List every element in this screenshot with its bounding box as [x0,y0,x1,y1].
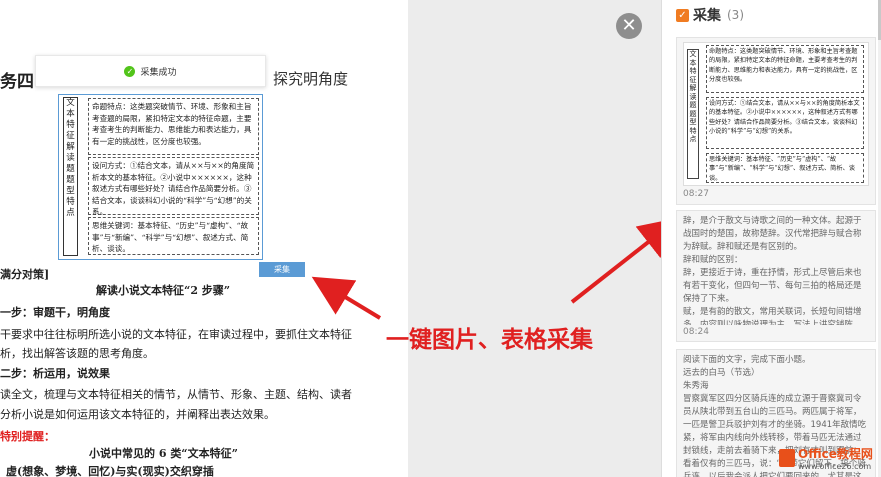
panel-header: ✓ 采集 (3) [662,0,881,30]
heading-fragment: 务四 [0,72,34,92]
watermark: Office教程网 www.office26.com [779,445,873,471]
close-icon[interactable]: ✕ [616,13,642,39]
watermark-url: www.office26.com [798,462,872,471]
office-logo-icon [779,449,795,467]
toast-notification: ✓ 采集成功 [35,55,266,87]
card-text: 辞，是介于散文与诗歌之间的一种文体。起源于战国时的楚国，故称楚辞。汉代常把辞与赋… [683,216,862,325]
diagram-box-keywords: 思维关键词：基本特征、“历史”与“虚构”、“故事”与“新编”、“科学”与“幻想”… [88,217,259,255]
toast-message: 采集成功 [140,67,177,78]
card-time: 08:24 [683,327,709,337]
thumbnail-box-feature: 命题特点：这类题突破情节、环境、形象和主旨考查题的局限，紧扣特定文本的特征命题，… [706,45,864,93]
section-label: 满分对策] [0,268,50,281]
collected-card-text[interactable]: 辞，是介于散文与诗歌之间的一种文体。起源于战国时的楚国，故称楚辞。汉代常把辞与赋… [676,210,876,342]
title-six-features: 小说中常见的 6 类“文本特征” [89,447,238,460]
collection-panel: ✓ 采集 (3) 文本特征解读题题型特点 命题特点：这类题突破情节、环境、形象和… [661,0,881,477]
annotation-text: 一键图片、表格采集 [386,327,593,353]
paragraph-two-cont: 分析小说是如何运用该文本特征的，并阐释出表达效果。 [0,408,275,421]
diagram-box-feature: 命题特点：这类题突破情节、环境、形象和主旨考查题的局限，紧扣特定文本的特征命题，… [88,98,259,155]
thumbnail-vertical-label: 文本特征解读题题型特点 [687,49,699,179]
paragraph-one: 干要求中往往标明所选小说的文本特征，在审读过程中，要抓住文本特征 [0,328,352,341]
special-note: 特别提醒： [0,430,55,443]
diagram-box-question-style: 设问方式：①结合文本，请从××与××的角度简析本文的基本特征。②小说中×××××… [88,157,259,216]
paragraph-one-cont: 析，找出解答该题的思考角度。 [0,347,154,360]
card-image-thumbnail: 文本特征解读题题型特点 命题特点：这类题突破情节、环境、形象和主旨考查题的局限，… [683,42,869,186]
thumbnail-box-keywords: 思维关键词：基本特征、“历史”与“虚构”、“故事”与“新编”、“科学”与“幻想”… [706,153,864,183]
card-time: 08:27 [683,189,709,199]
overlay-background [408,0,661,477]
check-box-icon: ✓ [676,8,689,22]
document-page: 务四 探究明角度 ✓ 采集成功 文本特征解读题题型特点 命题特点：这类题突破情节… [0,0,408,477]
title-two-steps: 解读小说文本特征“2 步骤” [96,284,231,297]
paragraph-two: 读全文，梳理与文本特征相关的情节，从情节、形象、主题、结构、读者 [0,388,352,401]
step-one: 一步：审题干，明角度 [0,306,110,319]
step-two: 二步：析运用，说效果 [0,367,110,380]
watermark-brand: Office教程网 [798,447,873,461]
collected-card-image[interactable]: 文本特征解读题题型特点 命题特点：这类题突破情节、环境、形象和主旨考查题的局限，… [676,37,876,205]
panel-count: (3) [727,8,744,22]
selected-diagram[interactable]: 文本特征解读题题型特点 命题特点：这类题突破情节、环境、形象和主旨考查题的局限，… [58,94,263,260]
check-circle-icon: ✓ [124,65,136,77]
panel-title: 采集 [693,8,721,24]
collect-button[interactable]: 采集 [259,262,305,277]
diagram-vertical-label: 文本特征解读题题型特点 [63,97,78,256]
feature-item-one: 虚(想象、梦境、回忆)与实(现实)交织穿插 [6,465,214,477]
thumbnail-box-question-style: 设问方式：①结合文本，请从××与××的角度简析本文的基本特征。②小说中×××××… [706,97,864,149]
heading-right: 探究明角度 [273,70,349,88]
